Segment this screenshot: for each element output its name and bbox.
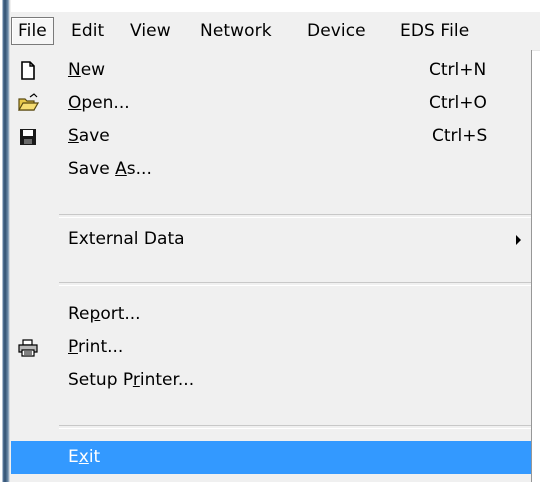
menu-item-label: Report... [68, 304, 141, 324]
menu-item-open[interactable]: Open... Ctrl+O [11, 87, 531, 120]
save-floppy-icon [17, 126, 39, 147]
menu-item-label: New [68, 60, 106, 80]
shortcut-label: Ctrl+N [429, 60, 487, 80]
menu-view[interactable]: View [124, 18, 177, 44]
open-folder-icon [17, 93, 40, 114]
menu-item-new[interactable]: New Ctrl+N [11, 54, 531, 87]
menu-item-setup-printer[interactable]: Setup Printer... [11, 364, 531, 397]
menu-item-label: Save [68, 126, 110, 146]
menu-item-label: Exit [68, 447, 101, 467]
menu-item-label: Save As... [68, 159, 152, 179]
menu-network[interactable]: Network [194, 18, 278, 44]
file-menu-dropdown: New Ctrl+N Open... Ctrl+O Save Ctrl+S Sa… [11, 50, 532, 482]
menu-eds-file[interactable]: EDS File [394, 18, 475, 44]
menu-item-label: External Data [68, 229, 185, 249]
menu-separator [59, 282, 531, 286]
menu-item-save-as[interactable]: Save As... [11, 153, 531, 186]
menu-item-exit[interactable]: Exit [11, 441, 531, 474]
menu-item-report[interactable]: Report... [11, 298, 531, 331]
menu-item-external-data[interactable]: External Data [11, 223, 531, 256]
shortcut-label: Ctrl+S [432, 126, 488, 146]
submenu-arrow-icon [516, 235, 521, 245]
menu-bar: File Edit View Network Device EDS File [11, 12, 540, 51]
menu-item-label: Open... [68, 93, 130, 113]
application-window: File Edit View Network Device EDS File N… [0, 0, 540, 482]
menu-item-label: Print... [68, 337, 124, 357]
shortcut-label: Ctrl+O [429, 93, 487, 113]
menu-item-print[interactable]: Print... [11, 331, 531, 364]
menu-device[interactable]: Device [301, 18, 372, 44]
new-document-icon [17, 60, 39, 81]
menu-separator [59, 425, 531, 429]
menu-item-save[interactable]: Save Ctrl+S [11, 120, 531, 153]
menu-edit[interactable]: Edit [65, 18, 110, 44]
menu-item-label: Setup Printer... [68, 370, 195, 390]
menu-file[interactable]: File [11, 17, 54, 45]
menu-separator [59, 214, 531, 218]
window-frame-edge [0, 0, 11, 482]
printer-icon [17, 337, 39, 358]
